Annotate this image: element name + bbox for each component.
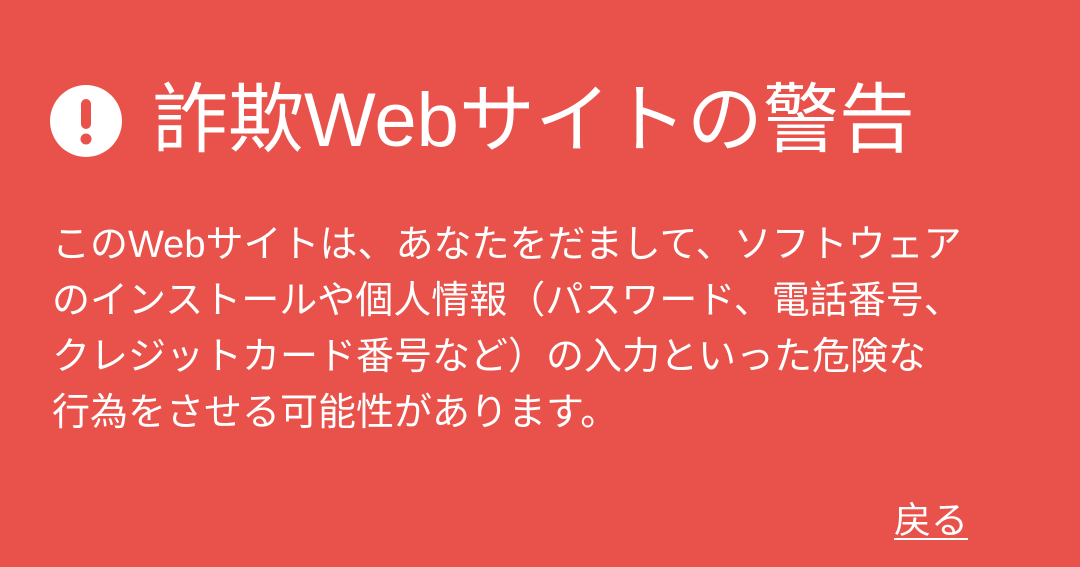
warning-title: 詐欺Webサイトの警告 bbox=[152, 78, 915, 163]
warning-header: 詐欺Webサイトの警告 bbox=[50, 82, 915, 160]
warning-description: このWebサイトは、あなたをだまして、ソフトウェアのインストールや個人情報（パス… bbox=[52, 224, 962, 434]
exclamation-circle-icon bbox=[50, 85, 122, 157]
fraud-warning-page: 詐欺Webサイトの警告 このWebサイトは、あなたをだまして、ソフトウェアのイン… bbox=[0, 0, 1080, 567]
go-back-link[interactable]: 戻る bbox=[894, 497, 968, 545]
